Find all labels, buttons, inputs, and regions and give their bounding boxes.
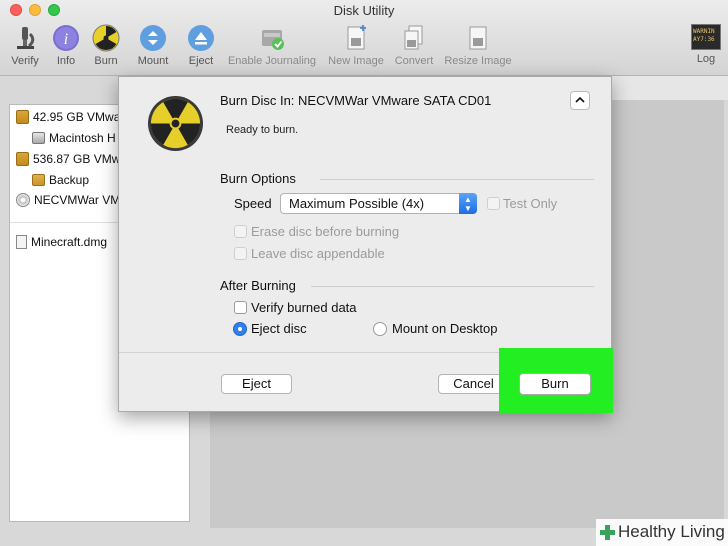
speed-select[interactable]: Maximum Possible (4x) ▲ ▼ bbox=[280, 193, 477, 214]
volume-icon bbox=[32, 132, 45, 144]
resize-image-button[interactable]: Resize Image bbox=[442, 24, 514, 67]
radiation-icon bbox=[92, 24, 120, 52]
watermark: Healthy Living bbox=[596, 519, 728, 546]
leave-appendable-label: Leave disc appendable bbox=[251, 246, 385, 261]
verify-burned-data-label: Verify burned data bbox=[251, 300, 357, 315]
mount-icon bbox=[140, 25, 166, 51]
sidebar-item-backup[interactable]: Backup bbox=[32, 173, 89, 187]
window-titlebar: Disk Utility Verify i Info Burn Mount Ej… bbox=[0, 0, 728, 76]
journaling-icon bbox=[262, 30, 284, 50]
mount-on-desktop-radio[interactable] bbox=[373, 322, 387, 336]
collapse-button[interactable] bbox=[570, 91, 590, 110]
resize-image-icon bbox=[469, 26, 487, 50]
after-burning-heading: After Burning bbox=[220, 278, 296, 293]
health-cross-icon bbox=[600, 525, 615, 540]
eject-icon bbox=[188, 25, 214, 51]
new-image-button[interactable]: New Image bbox=[326, 24, 386, 67]
erase-disc-label: Erase disc before burning bbox=[251, 224, 400, 239]
volume-icon bbox=[32, 174, 45, 186]
log-button[interactable]: WARNIN AY7:36 Log bbox=[689, 24, 723, 65]
section-divider bbox=[311, 286, 594, 287]
window-title: Disk Utility bbox=[333, 3, 395, 18]
eject-dialog-button[interactable]: Eject bbox=[221, 374, 292, 394]
section-divider bbox=[320, 179, 594, 180]
log-icon: WARNIN AY7:36 bbox=[691, 24, 721, 50]
burn-toolbar-button[interactable]: Burn bbox=[90, 24, 122, 67]
erase-disc-checkbox[interactable] bbox=[234, 225, 247, 238]
microscope-icon bbox=[17, 27, 35, 49]
dialog-title: Burn Disc In: NECVMWar VMware SATA CD01 bbox=[220, 93, 492, 108]
convert-icon bbox=[404, 25, 423, 50]
sidebar-item-disk-1[interactable]: 42.95 GB VMwa bbox=[16, 110, 120, 124]
burn-options-heading: Burn Options bbox=[220, 171, 296, 186]
enable-journaling-button[interactable]: Enable Journaling bbox=[225, 24, 319, 67]
sidebar-item-macintosh-hd[interactable]: Macintosh H bbox=[32, 131, 116, 145]
chevron-up-icon bbox=[575, 96, 585, 103]
eject-disc-label: Eject disc bbox=[251, 321, 307, 336]
radiation-icon bbox=[147, 95, 204, 152]
test-only-label: Test Only bbox=[503, 196, 558, 211]
leave-appendable-checkbox[interactable] bbox=[234, 247, 247, 260]
speed-label: Speed bbox=[234, 196, 272, 211]
verify-burned-data-checkbox[interactable] bbox=[234, 301, 247, 314]
mount-button[interactable]: Mount bbox=[136, 24, 170, 67]
optical-disc-icon bbox=[16, 193, 30, 207]
convert-button[interactable]: Convert bbox=[393, 24, 435, 67]
sidebar-item-disk-2[interactable]: 536.87 GB VMw bbox=[16, 152, 120, 166]
info-button[interactable]: i Info bbox=[52, 24, 80, 67]
eject-disc-radio[interactable] bbox=[233, 322, 247, 336]
info-icon: i bbox=[53, 25, 79, 51]
new-image-icon bbox=[347, 25, 366, 50]
hard-disk-icon bbox=[16, 110, 29, 124]
burn-button[interactable]: Burn bbox=[519, 373, 591, 395]
eject-button[interactable]: Eject bbox=[186, 24, 216, 67]
sidebar-item-minecraft-dmg[interactable]: Minecraft.dmg bbox=[16, 235, 107, 249]
test-only-checkbox[interactable] bbox=[487, 197, 500, 210]
disk-image-icon bbox=[16, 235, 27, 249]
mount-on-desktop-label: Mount on Desktop bbox=[392, 321, 498, 336]
hard-disk-icon bbox=[16, 152, 29, 166]
sidebar-item-cd-drive[interactable]: NECVMWar VMw bbox=[16, 193, 129, 207]
chevron-updown-icon: ▲ ▼ bbox=[459, 193, 477, 214]
svg-text:i: i bbox=[64, 31, 68, 48]
verify-button[interactable]: Verify bbox=[9, 24, 41, 67]
status-text: Ready to burn. bbox=[226, 124, 299, 136]
